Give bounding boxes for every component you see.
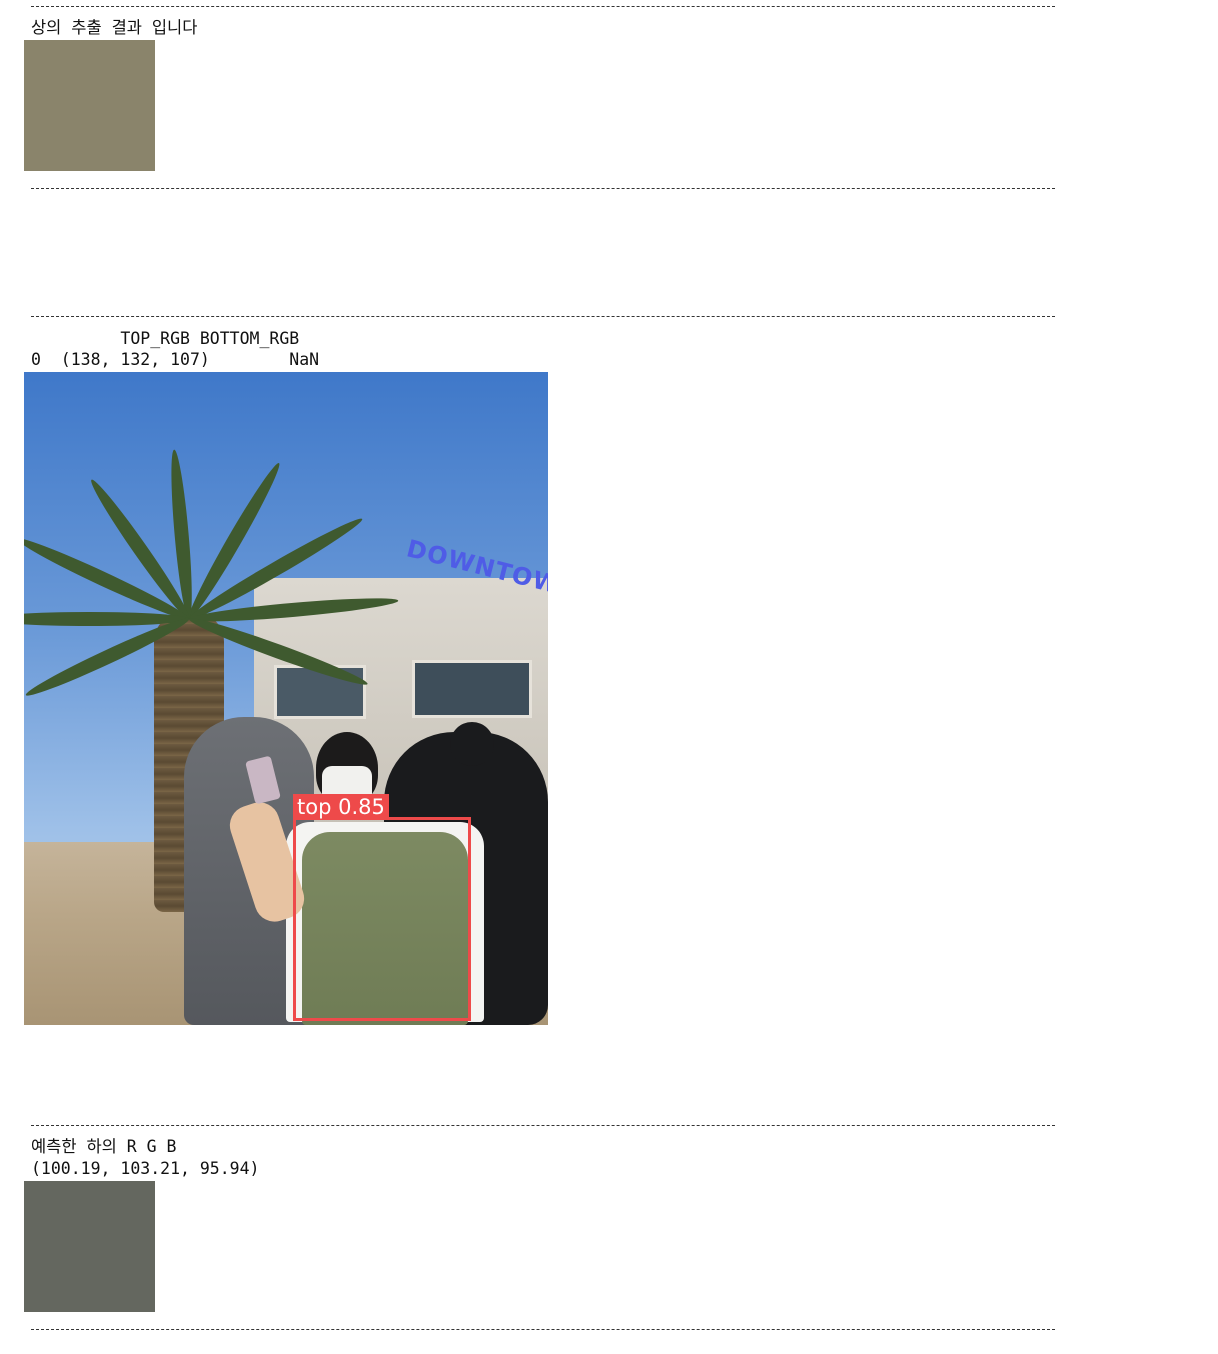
rgb-table-header: TOP_RGB BOTTOM_RGB (31, 329, 300, 348)
building-window (412, 660, 532, 718)
detection-photo: DOWNTOWNER top 0.85 (24, 372, 548, 1025)
separator-line (31, 1125, 1055, 1126)
detection-label: top 0.85 (293, 794, 389, 820)
rgb-table-row: 0 (138, 132, 107) NaN (31, 350, 320, 369)
separator-line (31, 6, 1055, 7)
bear-ear (450, 722, 494, 766)
top-color-swatch (24, 40, 155, 171)
separator-line (31, 188, 1055, 189)
separator-line (31, 316, 1055, 317)
top-extraction-title: 상의 추출 결과 입니다 (31, 18, 198, 37)
detection-bounding-box (293, 817, 471, 1021)
bottom-rgb-value: (100.19, 103.21, 95.94) (31, 1159, 260, 1178)
separator-line (31, 1329, 1055, 1330)
bottom-prediction-title: 예측한 하의 R G B (31, 1137, 177, 1156)
bottom-color-swatch (24, 1181, 155, 1312)
